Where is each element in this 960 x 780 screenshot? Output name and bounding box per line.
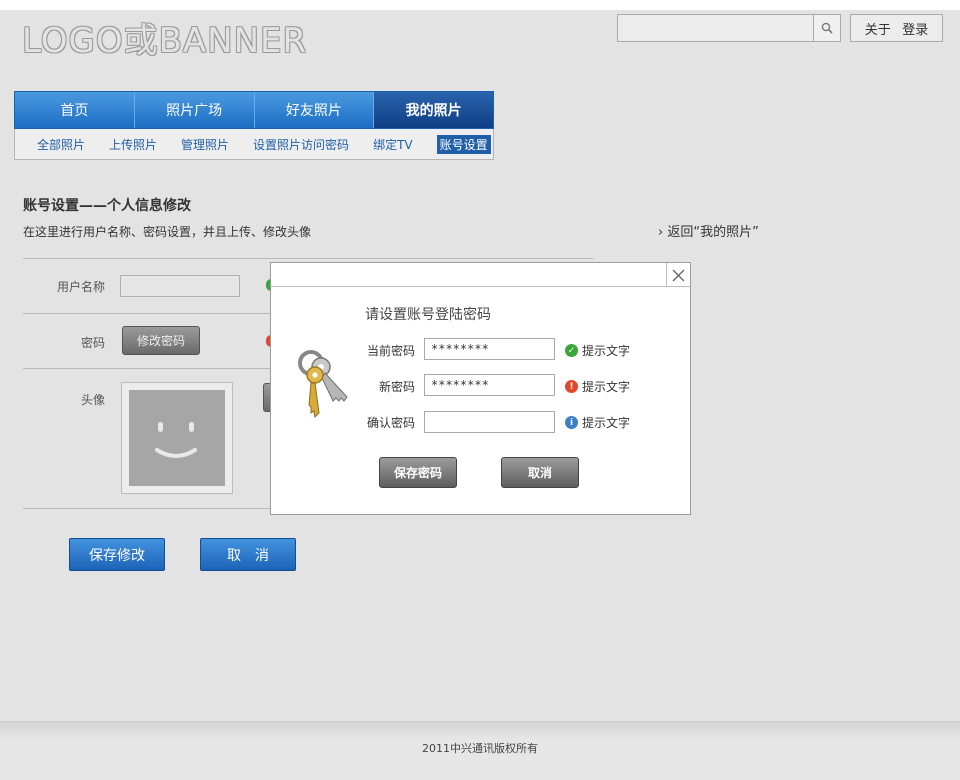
search-icon	[821, 22, 833, 34]
save-password-button[interactable]: 保存密码	[379, 457, 457, 488]
tab-home[interactable]: 首页	[15, 92, 135, 128]
dialog-cancel-button[interactable]: 取消	[501, 457, 579, 488]
tab-friends-photos[interactable]: 好友照片	[255, 92, 375, 128]
divider	[23, 258, 593, 259]
cancel-button[interactable]: 取 消	[200, 538, 296, 571]
avatar-label: 头像	[80, 393, 105, 407]
nav-tabs: 首页 照片广场 好友照片 我的照片	[14, 91, 494, 129]
error-icon: !	[565, 380, 578, 393]
current-password-label: 当前密码	[366, 344, 415, 358]
new-password-hint: ! 提示文字	[565, 378, 630, 395]
login-link[interactable]: 登录	[902, 19, 928, 38]
subtab-manage-photos[interactable]: 管理照片	[181, 136, 229, 153]
sub-navigation: 全部照片 上传照片 管理照片 设置照片访问密码 绑定TV 账号设置	[14, 129, 494, 160]
confirm-password-input[interactable]	[424, 411, 555, 433]
save-changes-button[interactable]: 保存修改	[69, 538, 165, 571]
subtab-bind-tv[interactable]: 绑定TV	[373, 136, 413, 153]
subtab-upload-photos[interactable]: 上传照片	[109, 136, 157, 153]
new-password-input[interactable]: ********	[424, 374, 555, 396]
search-input[interactable]	[618, 15, 814, 41]
back-link-label: 返回“我的照片”	[667, 225, 759, 240]
confirm-password-label: 确认密码	[366, 416, 415, 430]
close-icon	[672, 269, 685, 281]
check-icon: ✓	[565, 344, 578, 357]
password-dialog: 请设置账号登陆密码 当前密码 ******** ✓ 提示文字 新密码 *****…	[270, 262, 691, 515]
page-title: 账号设置——个人信息修改	[23, 198, 191, 214]
top-links: 关于 登录	[850, 14, 943, 42]
hint-text: 提示文字	[582, 380, 631, 394]
divider	[23, 368, 271, 369]
avatar-placeholder-icon	[129, 390, 225, 486]
logo-banner: LOGO或BANNER	[22, 21, 308, 61]
password-label: 密码	[80, 336, 105, 350]
chevron-right-icon: ›	[658, 225, 664, 240]
subtab-account-settings[interactable]: 账号设置	[436, 134, 491, 154]
search-box	[617, 14, 841, 42]
dialog-title: 请设置账号登陆密码	[365, 307, 491, 323]
username-label: 用户名称	[56, 280, 105, 294]
close-button[interactable]	[666, 263, 690, 287]
about-link[interactable]: 关于	[865, 19, 891, 38]
hint-text: 提示文字	[582, 416, 631, 430]
subtab-access-password[interactable]: 设置照片访问密码	[253, 136, 349, 153]
info-icon: i	[565, 416, 578, 429]
divider	[23, 508, 271, 509]
dialog-header	[271, 263, 690, 287]
avatar[interactable]	[121, 382, 233, 494]
current-password-input[interactable]: ********	[424, 338, 555, 360]
page: LOGO或BANNER 关于 登录 首页 照片广场 好友照片 我的照片 全部照片…	[0, 10, 960, 780]
tab-photo-square[interactable]: 照片广场	[135, 92, 255, 128]
confirm-password-hint: i 提示文字	[565, 414, 630, 431]
back-link[interactable]: › 返回“我的照片”	[658, 221, 759, 240]
new-password-label: 新密码	[378, 380, 415, 394]
change-password-button[interactable]: 修改密码	[122, 326, 200, 355]
copyright-text: 2011中兴通讯版权所有	[422, 742, 538, 755]
footer: 2011中兴通讯版权所有	[0, 721, 960, 780]
hint-text: 提示文字	[582, 344, 631, 358]
search-button[interactable]	[813, 15, 840, 41]
current-password-hint: ✓ 提示文字	[565, 342, 630, 359]
username-input[interactable]	[120, 275, 240, 297]
tab-my-photos[interactable]: 我的照片	[374, 92, 493, 128]
divider	[23, 313, 271, 314]
keys-icon	[289, 343, 359, 423]
main-navigation: 首页 照片广场 好友照片 我的照片 全部照片 上传照片 管理照片 设置照片访问密…	[14, 91, 494, 161]
page-description: 在这里进行用户名称、密码设置，并且上传、修改头像	[23, 225, 312, 239]
subtab-all-photos[interactable]: 全部照片	[37, 136, 85, 153]
